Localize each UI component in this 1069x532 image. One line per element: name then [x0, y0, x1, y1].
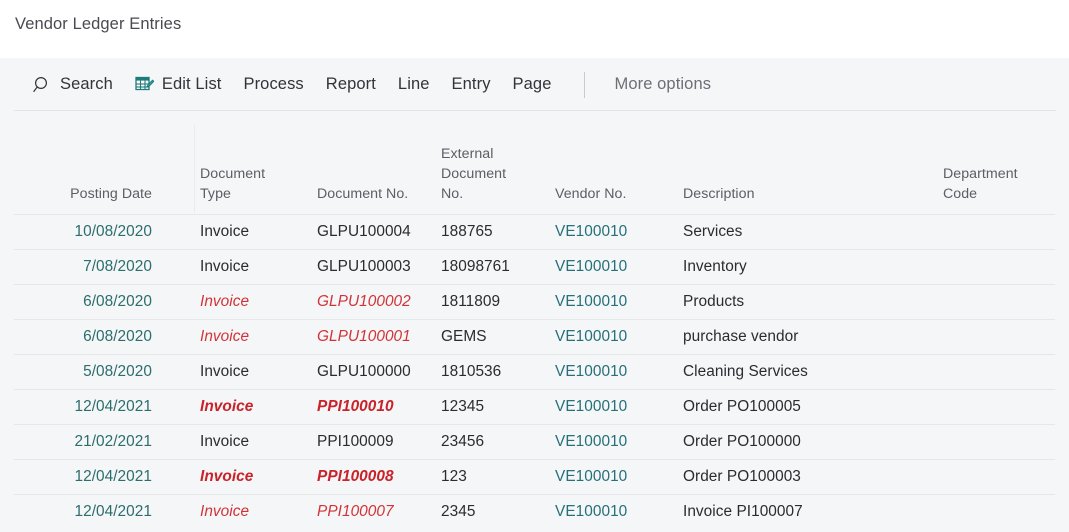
title-bar: Vendor Ledger Entries [0, 0, 1069, 58]
cell-posting-date: 6/08/2020 [83, 293, 152, 310]
cell-document-no: GLPU100004 [317, 223, 411, 240]
table-row[interactable]: 10/08/2020 Invoice GLPU100004 188765 VE10001… [0, 214, 1069, 249]
cell-external-document-no: 2345 [441, 503, 476, 520]
cell-external-document-no: 188765 [441, 223, 493, 240]
cell-document-type: Invoice [200, 293, 250, 310]
cell-vendor-no[interactable]: VE100010 [555, 319, 627, 354]
edit-list-icon [135, 75, 154, 94]
cell-description: Cleaning Services [683, 363, 808, 380]
cell-posting-date: 5/08/2020 [83, 363, 152, 380]
column-header-posting-date[interactable]: Posting Date [0, 184, 184, 204]
grid-header-row: Posting Date Document Type Document No. … [0, 111, 1069, 214]
entry-menu[interactable]: Entry [441, 58, 502, 111]
column-header-external-document-no[interactable]: External Document No. [441, 144, 506, 204]
cell-posting-date: 6/08/2020 [83, 328, 152, 345]
more-options-label: More options [614, 75, 712, 93]
cell-external-document-no: 123 [441, 468, 467, 485]
cell-description: Order PO100000 [683, 433, 801, 450]
process-label: Process [243, 75, 304, 93]
cell-posting-date: 21/02/2021 [74, 433, 152, 450]
cell-description: Order PO100005 [683, 398, 801, 415]
table-row[interactable]: 7/08/2020 Invoice GLPU100003 18098761 VE1000… [0, 249, 1069, 284]
command-bar-items: Search Edit List Process Report Line Ent… [22, 58, 722, 111]
line-menu[interactable]: Line [387, 58, 441, 111]
cell-document-no: GLPU100001 [317, 328, 411, 345]
cell-posting-date: 12/04/2021 [74, 398, 152, 415]
table-row[interactable]: 12/04/2021 Invoice PPI100008 123 VE100010 Ord… [0, 459, 1069, 494]
process-menu[interactable]: Process [232, 58, 314, 111]
column-header-description[interactable]: Description [683, 184, 755, 204]
table-row[interactable]: 5/08/2020 Invoice GLPU100000 1810536 VE10001… [0, 354, 1069, 389]
cell-posting-date: 10/08/2020 [74, 223, 152, 240]
cell-vendor-no[interactable]: VE100010 [555, 459, 627, 494]
cell-description: Products [683, 293, 745, 310]
search-button[interactable]: Search [22, 58, 124, 111]
cell-document-no: GLPU100002 [317, 293, 411, 310]
page-menu-label: Page [512, 75, 552, 93]
cell-description: purchase vendor [683, 328, 799, 345]
cell-document-type: Invoice [200, 468, 254, 485]
cell-document-type: Invoice [200, 223, 250, 240]
cell-external-document-no: 1811809 [441, 293, 501, 310]
cell-document-type: Invoice [200, 433, 250, 450]
cell-vendor-no[interactable]: VE100010 [555, 249, 627, 284]
cell-description: Inventory [683, 258, 747, 275]
cell-posting-date: 12/04/2021 [74, 468, 152, 485]
vendor-ledger-entries-page: Vendor Ledger Entries Search Edit List P… [0, 0, 1069, 532]
cell-document-type: Invoice [200, 328, 250, 345]
cell-document-type: Invoice [200, 363, 250, 380]
cell-posting-date: 12/04/2021 [74, 503, 152, 520]
table-row[interactable]: 6/08/2020 Invoice GLPU100002 1811809 VE10001… [0, 284, 1069, 319]
cell-document-no: PPI100010 [317, 398, 394, 415]
ledger-grid: Posting Date Document Type Document No. … [0, 111, 1069, 532]
cell-description: Order PO100003 [683, 468, 801, 485]
cell-external-document-no: 23456 [441, 433, 485, 450]
edit-list-button[interactable]: Edit List [124, 58, 233, 111]
command-bar: Search Edit List Process Report Line Ent… [0, 58, 1069, 111]
table-row[interactable]: 12/04/2021 Invoice PPI100010 12345 VE100010 O… [0, 389, 1069, 424]
page-menu[interactable]: Page [502, 58, 563, 111]
cell-description: Services [683, 223, 743, 240]
column-header-document-type[interactable]: Document Type [200, 164, 265, 204]
cell-document-no: GLPU100000 [317, 363, 411, 380]
search-label: Search [60, 75, 113, 93]
column-header-document-no[interactable]: Document No. [317, 184, 408, 204]
cell-document-no: PPI100009 [317, 433, 394, 450]
edit-list-label: Edit List [161, 75, 222, 93]
table-row[interactable]: 6/08/2020 Invoice GLPU100001 GEMS VE100010 pu… [0, 319, 1069, 354]
cell-external-document-no: 1810536 [441, 363, 502, 380]
cell-vendor-no[interactable]: VE100010 [555, 214, 627, 249]
cell-document-no: PPI100008 [317, 468, 394, 485]
cell-description: Invoice PI100007 [683, 503, 803, 520]
command-bar-divider [584, 71, 586, 98]
cell-external-document-no: 18098761 [441, 258, 510, 275]
column-header-vendor-no[interactable]: Vendor No. [555, 184, 627, 204]
report-label: Report [325, 75, 376, 93]
grid-body: 10/08/2020 Invoice GLPU100004 188765 VE10001… [0, 214, 1069, 529]
header-column-divider [194, 125, 195, 213]
more-options-button[interactable]: More options [603, 58, 722, 111]
line-label: Line [397, 75, 430, 93]
cell-document-no: GLPU100003 [317, 258, 411, 275]
column-header-department-code[interactable]: Department Code [943, 164, 1018, 204]
cell-vendor-no[interactable]: VE100010 [555, 284, 627, 319]
cell-document-no: PPI100007 [317, 503, 394, 520]
cell-vendor-no[interactable]: VE100010 [555, 494, 627, 529]
cell-external-document-no: 12345 [441, 398, 485, 415]
cell-document-type: Invoice [200, 398, 254, 415]
cell-document-type: Invoice [200, 503, 250, 520]
cell-external-document-no: GEMS [441, 328, 487, 345]
report-menu[interactable]: Report [315, 58, 387, 111]
entry-label: Entry [451, 75, 491, 93]
table-row[interactable]: 12/04/2021 Invoice PPI100007 2345 VE100010 In… [0, 494, 1069, 529]
page-title: Vendor Ledger Entries [15, 15, 182, 33]
cell-vendor-no[interactable]: VE100010 [555, 424, 627, 459]
cell-vendor-no[interactable]: VE100010 [555, 389, 627, 424]
cell-posting-date: 7/08/2020 [83, 258, 152, 275]
search-icon [33, 75, 52, 94]
cell-document-type: Invoice [200, 258, 250, 275]
cell-vendor-no[interactable]: VE100010 [555, 354, 627, 389]
table-row[interactable]: 21/02/2021 Invoice PPI100009 23456 VE100010 O… [0, 424, 1069, 459]
